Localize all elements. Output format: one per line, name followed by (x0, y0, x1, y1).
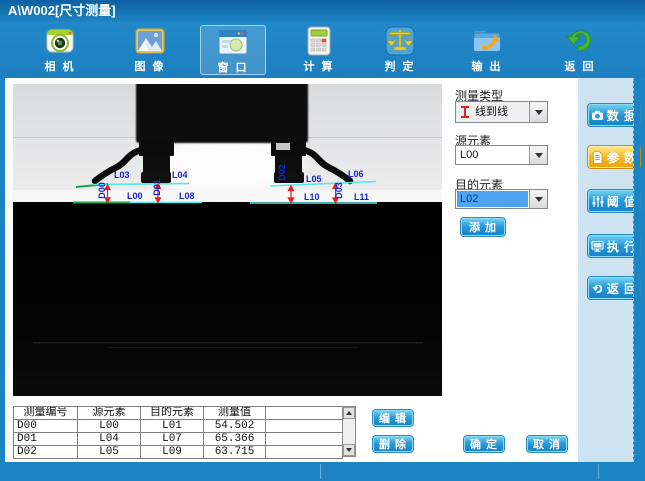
measure-label: L00 (127, 192, 143, 201)
window-icon (217, 26, 249, 58)
col-measure-id: 测量编号 (14, 407, 78, 420)
toolbar-label: 判 定 (384, 58, 415, 74)
table-scrollbar[interactable] (342, 406, 356, 457)
line-to-line-icon (459, 105, 471, 119)
main-toolbar: 相 机 图 像 窗 口 计 算 判 定 (0, 22, 645, 78)
col-source-element: 源元素 (78, 407, 141, 420)
camera-icon (44, 25, 76, 57)
app-window: A\W002[尺寸测量] 相 机 图 像 窗 口 计 算 (0, 0, 645, 481)
return-icon (564, 25, 596, 57)
toolbar-button-judge[interactable]: 判 定 (367, 25, 433, 75)
source-element-value: L00 (457, 147, 528, 163)
target-element-value: L02 (457, 191, 528, 207)
ok-button[interactable]: 确 定 (464, 436, 504, 452)
add-button[interactable]: 添 加 (461, 218, 505, 236)
col-target-element: 目的元素 (141, 407, 204, 420)
image-icon (134, 25, 166, 57)
sliders-icon (591, 195, 604, 208)
measure-label: D01 (153, 179, 162, 196)
toolbar-button-calculate[interactable]: 计 算 (286, 25, 352, 75)
edit-button[interactable]: 编 辑 (373, 410, 413, 426)
measure-label: L11 (354, 193, 369, 202)
monitor-icon (591, 240, 604, 253)
title-bar: A\W002[尺寸测量] (0, 0, 645, 22)
toolbar-button-window[interactable]: 窗 口 (200, 25, 266, 75)
toolbar-button-back[interactable]: 返 回 (547, 25, 613, 75)
measure-type-combobox[interactable]: 线到线 (455, 101, 548, 123)
right-edge-strip (633, 78, 640, 462)
table-row[interactable]: D02L05L0963.715 (14, 446, 343, 459)
table-row[interactable]: D00L00L0154.502 (14, 420, 343, 433)
measure-label: L06 (348, 170, 364, 179)
measure-label: D00 (98, 182, 107, 199)
toolbar-button-image[interactable]: 图 像 (117, 25, 183, 75)
content-area: L03L04L00L08L05L06L10L11D00D01D02D03 测量类… (5, 78, 638, 462)
target-element-combobox[interactable]: L02 (455, 189, 548, 209)
calculator-icon (303, 25, 335, 57)
measurement-table: 测量编号 源元素 目的元素 测量值 D00L00L0154.502D01L04L… (13, 406, 343, 459)
measure-label: L08 (179, 192, 195, 201)
return-arrow-icon (591, 282, 604, 295)
measure-label: L04 (172, 171, 188, 180)
statusbar-divider (598, 464, 599, 479)
delete-button[interactable]: 删 除 (373, 436, 413, 452)
measure-label: D02 (278, 164, 287, 181)
camera-image (13, 84, 442, 396)
cancel-button[interactable]: 取 消 (527, 436, 567, 452)
scroll-up-icon[interactable] (343, 407, 355, 419)
status-bar (0, 462, 645, 481)
toolbar-label: 计 算 (303, 58, 334, 74)
table-row[interactable]: D01L04L0765.366 (14, 433, 343, 446)
scales-icon (384, 25, 416, 57)
chevron-down-icon[interactable] (529, 190, 547, 208)
output-icon (471, 25, 503, 57)
measure-label: L05 (306, 175, 322, 184)
sidebar-buttons: 数 据 参 数 阈 值 执 行 返 回 (578, 78, 638, 462)
col-empty (266, 407, 343, 420)
measure-label: L03 (114, 171, 130, 180)
toolbar-button-output[interactable]: 输 出 (454, 25, 520, 75)
table-header-row: 测量编号 源元素 目的元素 测量值 (14, 407, 343, 420)
source-element-combobox[interactable]: L00 (455, 145, 548, 165)
camera-icon (591, 109, 604, 122)
measure-table-body: D00L00L0154.502D01L04L0765.366D02L05L096… (14, 420, 343, 459)
toolbar-button-camera[interactable]: 相 机 (27, 25, 93, 75)
scroll-down-icon[interactable] (343, 444, 355, 456)
measure-label: D03 (335, 182, 344, 199)
window-title: A\W002[尺寸测量] (8, 3, 116, 18)
chevron-down-icon[interactable] (529, 146, 547, 164)
measure-label: L10 (304, 193, 320, 202)
toolbar-label: 窗 口 (217, 59, 248, 75)
toolbar-label: 输 出 (471, 58, 502, 74)
camera-image-viewport[interactable]: L03 L04 L00 L08 L05 L06 L10 L11 D00 D01 D02 D03 (13, 84, 442, 396)
toolbar-label: 相 机 (44, 58, 75, 74)
toolbar-label: 返 回 (564, 58, 595, 74)
document-icon (591, 151, 604, 164)
toolbar-label: 图 像 (134, 58, 165, 74)
statusbar-divider (320, 464, 321, 479)
measure-type-value: 线到线 (472, 104, 528, 120)
chevron-down-icon[interactable] (529, 102, 547, 122)
col-measure-value: 测量值 (204, 407, 266, 420)
